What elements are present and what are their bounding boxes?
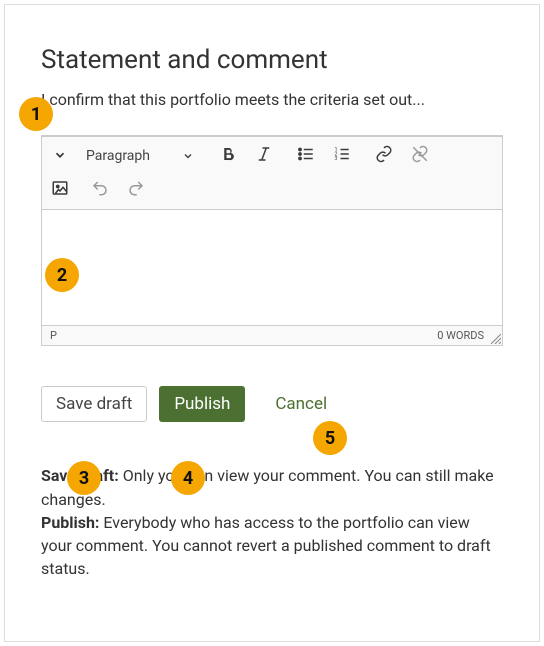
- image-icon: [51, 179, 69, 201]
- italic-button[interactable]: [246, 139, 282, 173]
- editor-toolbar: Paragraph: [42, 137, 502, 210]
- bullet-list-icon: [297, 145, 315, 167]
- confirmation-text: I confirm that this portfolio meets the …: [41, 89, 503, 111]
- italic-icon: [255, 145, 273, 167]
- callout-4: 4: [171, 461, 205, 495]
- bold-button[interactable]: [210, 139, 246, 173]
- image-button[interactable]: [42, 173, 78, 207]
- block-format-select[interactable]: Paragraph: [78, 139, 204, 173]
- element-path[interactable]: P: [50, 329, 57, 342]
- unlink-icon: [411, 145, 429, 167]
- callout-5: 5: [313, 421, 347, 455]
- word-count: 0 WORDS: [437, 329, 484, 342]
- toolbar-expand-button[interactable]: [42, 139, 78, 173]
- help-publish-text: Everybody who has access to the portfoli…: [41, 513, 491, 578]
- statement-comment-panel: Statement and comment I confirm that thi…: [4, 4, 540, 642]
- chevron-down-icon: [182, 150, 194, 162]
- link-button[interactable]: [366, 139, 402, 173]
- undo-icon: [91, 179, 109, 201]
- callout-3: 3: [67, 461, 101, 495]
- chevron-down-icon: [53, 147, 67, 166]
- bullet-list-button[interactable]: [288, 139, 324, 173]
- undo-button[interactable]: [82, 173, 118, 207]
- save-draft-button[interactable]: Save draft: [41, 386, 147, 422]
- help-text-block: Save draft: Only you can view your comme…: [41, 464, 503, 580]
- resize-handle-icon[interactable]: [491, 334, 501, 344]
- svg-text:3: 3: [334, 156, 337, 162]
- numbered-list-icon: 123: [333, 145, 351, 167]
- page-title: Statement and comment: [41, 45, 503, 75]
- rich-text-editor: Paragraph: [41, 135, 503, 346]
- bold-icon: [219, 145, 237, 167]
- callout-2: 2: [45, 258, 79, 292]
- numbered-list-button[interactable]: 123: [324, 139, 360, 173]
- callout-1: 1: [19, 97, 53, 131]
- editor-statusbar: P 0 WORDS: [42, 325, 502, 345]
- link-icon: [375, 145, 393, 167]
- publish-button[interactable]: Publish: [159, 386, 245, 422]
- editor-content-area[interactable]: [42, 210, 502, 325]
- help-publish-label: Publish:: [41, 513, 99, 532]
- form-actions: Save draft Publish Cancel: [41, 386, 503, 422]
- redo-button[interactable]: [118, 173, 154, 207]
- block-format-label: Paragraph: [86, 148, 150, 164]
- cancel-link[interactable]: Cancel: [275, 394, 327, 414]
- redo-icon: [127, 179, 145, 201]
- unlink-button[interactable]: [402, 139, 438, 173]
